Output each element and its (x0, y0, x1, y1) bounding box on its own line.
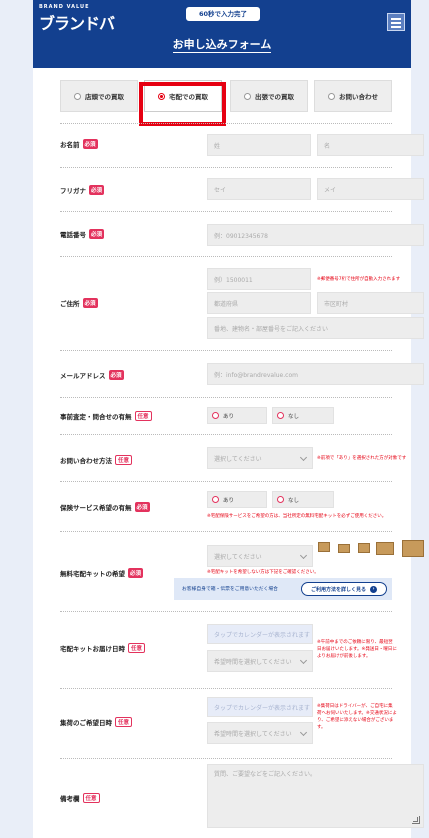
radio-icon (277, 496, 284, 503)
row-email: メールアドレス 必須 例：info@brandrevalue.com (60, 350, 424, 397)
label-contact-method: お問い合わせ方法 (60, 457, 112, 465)
kit-time-select[interactable]: 希望時間を選択してください (207, 650, 313, 672)
pickup-date-input[interactable]: タップでカレンダーが表示されます (207, 697, 313, 717)
box-image (402, 540, 424, 557)
required-badge: 必須 (108, 370, 124, 380)
label-address: ご住所 (60, 300, 80, 308)
kit-info-button[interactable]: ご利用方法を詳しく見る › (301, 582, 387, 596)
time-badge: 60秒で入力完了 (185, 6, 261, 22)
kit-note: ※宅配キットを希望しない方は下記をご確認ください。 (207, 570, 319, 575)
box-image (338, 544, 350, 553)
phone-input[interactable]: 例：09012345678 (207, 224, 424, 246)
optional-badge: 任意 (115, 717, 133, 727)
optional-badge: 任意 (82, 793, 100, 803)
resize-handle-icon[interactable] (412, 816, 420, 824)
tab-store[interactable]: 店頭での買取 (60, 80, 138, 112)
label-email: メールアドレス (60, 372, 106, 380)
row-name: お名前 必須 姓 名 (60, 123, 424, 167)
kit-date-input[interactable]: タップでカレンダーが表示されます (207, 624, 313, 644)
assessment-no-radio[interactable]: なし (272, 407, 334, 424)
required-badge: 必須 (128, 568, 144, 578)
chevron-down-icon (299, 453, 308, 462)
row-furigana: フリガナ 必須 セイ メイ (60, 167, 424, 211)
row-address: ご住所 必須 例）1500011 ※郵便番号7桁で住所が自動入力されます 都道府県… (60, 256, 424, 350)
required-badge: 必須 (134, 502, 150, 512)
page-title: お申し込みフォーム (172, 38, 272, 53)
label-remarks: 備考欄 (60, 795, 80, 803)
arrow-right-icon: › (370, 585, 377, 593)
city-input[interactable]: 市区町村 (317, 292, 424, 314)
prefecture-input[interactable]: 都道府県 (207, 292, 311, 314)
form-page: BRAND VALUE ブランドバ 60秒で入力完了 お申し込みフォーム 店頭で… (33, 0, 424, 838)
optional-badge: 任意 (115, 455, 133, 465)
optional-badge: 任意 (128, 643, 146, 653)
first-kana-input[interactable]: メイ (317, 178, 424, 200)
chevron-down-icon (299, 656, 308, 665)
insurance-note: ※宅配保険サービスをご希望の方は、当社所定の無料宅配キットを必ずご使用ください。 (207, 514, 387, 519)
radio-icon (158, 92, 165, 100)
row-assessment: 事前査定・問合せの有無 任意 あり なし (60, 397, 392, 434)
assessment-yes-radio[interactable]: あり (207, 407, 267, 424)
chevron-down-icon (299, 551, 308, 560)
label-pickup-date: 集荷のご希望日時 (60, 719, 112, 727)
row-pickup-date: 集荷のご希望日時 任意 タップでカレンダーが表示されます 希望時間を選択してくださ… (60, 688, 397, 758)
kit-date-note: ※午前中までのご依頼に限り、最短翌日お届けいたします。※発送日・曜日によりお届け… (317, 640, 397, 659)
logo-text: ブランドバ (39, 14, 115, 33)
row-kit-date: 宅配キットお届け日時 任意 タップでカレンダーが表示されます 希望時間を選択してく… (60, 611, 397, 688)
label-kit-date: 宅配キットお届け日時 (60, 645, 125, 653)
first-name-input[interactable]: 名 (317, 134, 424, 156)
radio-icon (212, 412, 219, 419)
zip-input[interactable]: 例）1500011 (207, 268, 311, 290)
chevron-down-icon (299, 728, 308, 737)
tab-delivery[interactable]: 宅配での買取 (144, 80, 222, 112)
label-assessment: 事前査定・問合せの有無 (60, 413, 132, 421)
row-phone: 電話番号 必須 例：09012345678 (60, 211, 424, 256)
label-furigana: フリガナ (60, 187, 86, 195)
required-badge: 必須 (89, 229, 105, 239)
label-name: お名前 (60, 141, 80, 149)
street-input[interactable]: 番地、建物名・部屋番号をご記入ください (207, 317, 424, 339)
remarks-textarea[interactable]: 質問、ご要望などをご記入ください。 (207, 764, 424, 828)
kit-select[interactable]: 選択してください (207, 545, 313, 567)
required-badge: 必須 (82, 298, 98, 308)
logo-sub: BRAND VALUE (39, 4, 90, 10)
label-insurance: 保険サービス希望の有無 (60, 504, 132, 512)
purchase-type-tabs: 店頭での買取 宅配での買取 出張での買取 お問い合わせ (60, 80, 392, 112)
row-insurance: 保険サービス希望の有無 必須 あり なし ※宅配保険サービスをご希望の方は、当社所… (60, 481, 392, 531)
pickup-date-note: ※集荷日はドライバーが、ご自宅に集荷へお伺いいたします。※交通状況により、ご希望… (317, 704, 397, 730)
header: BRAND VALUE ブランドバ 60秒で入力完了 お申し込みフォーム (33, 0, 411, 68)
zip-note: ※郵便番号7桁で住所が自動入力されます (317, 277, 401, 282)
radio-icon (212, 496, 219, 503)
contact-method-note: ※前項で「あり」を選択された方が対象です (317, 456, 407, 461)
required-badge: 必須 (89, 185, 105, 195)
radio-icon (328, 92, 335, 100)
insurance-yes-radio[interactable]: あり (207, 491, 267, 508)
pickup-time-select[interactable]: 希望時間を選択してください (207, 722, 313, 744)
radio-icon (277, 412, 284, 419)
email-input[interactable]: 例：info@brandrevalue.com (207, 363, 424, 385)
kit-info-text: お客様自身で箱・伝票をご用意いただく場合 (182, 587, 278, 592)
row-remarks: 備考欄 任意 質問、ご要望などをご記入ください。 (60, 758, 424, 838)
radio-icon (74, 92, 81, 100)
kit-boxes-image (318, 540, 424, 570)
label-kit: 無料宅配キットの希望 (60, 570, 125, 578)
row-contact-method: お問い合わせ方法 任意 選択してください ※前項で「あり」を選択された方が対象です (60, 434, 406, 481)
contact-method-select[interactable]: 選択してください (207, 447, 313, 469)
box-image (358, 543, 370, 553)
required-badge: 必須 (82, 139, 98, 149)
last-name-input[interactable]: 姓 (207, 134, 311, 156)
box-image (376, 542, 394, 555)
menu-icon[interactable] (387, 13, 405, 31)
box-image (318, 542, 330, 552)
insurance-no-radio[interactable]: なし (272, 491, 334, 508)
last-kana-input[interactable]: セイ (207, 178, 311, 200)
logo[interactable]: BRAND VALUE ブランドバ (39, 4, 117, 33)
optional-badge: 任意 (134, 411, 152, 421)
tab-visit[interactable]: 出張での買取 (230, 80, 308, 112)
label-phone: 電話番号 (60, 231, 86, 239)
tab-inquiry[interactable]: お問い合わせ (314, 80, 392, 112)
kit-info-bar: お客様自身で箱・伝票をご用意いただく場合 ご利用方法を詳しく見る › (174, 578, 392, 600)
radio-icon (244, 92, 251, 100)
